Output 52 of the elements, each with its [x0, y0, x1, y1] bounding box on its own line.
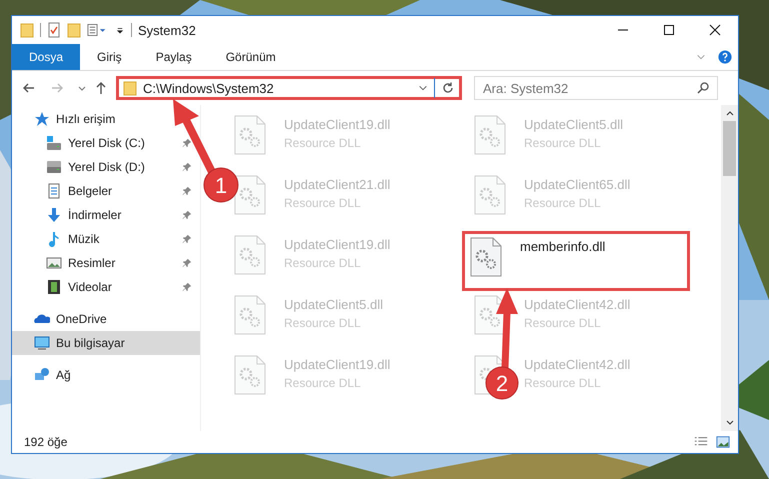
step-badge: 2 — [486, 366, 518, 400]
document-icon — [46, 183, 62, 199]
nav-item[interactable]: Hızlı erişim — [12, 107, 200, 131]
pin-icon[interactable] — [182, 138, 192, 148]
file-name[interactable]: memberinfo.dll — [520, 239, 606, 254]
up-icon[interactable] — [94, 81, 108, 95]
pin-icon[interactable] — [182, 210, 192, 220]
pin-icon[interactable] — [182, 186, 192, 196]
drive-icon — [46, 135, 62, 151]
properties-icon[interactable] — [47, 22, 61, 38]
nav-item[interactable]: Yerel Disk (D:) — [12, 155, 200, 179]
pin-icon[interactable] — [182, 282, 192, 292]
nav-item[interactable]: OneDrive — [12, 307, 200, 331]
new-folder-icon[interactable] — [67, 22, 81, 38]
scroll-thumb[interactable] — [723, 121, 736, 176]
back-icon[interactable] — [22, 81, 36, 95]
folder-icon — [123, 80, 137, 96]
pin-icon[interactable] — [182, 258, 192, 268]
pin-icon[interactable] — [182, 234, 192, 244]
step-badge: 1 — [204, 168, 238, 202]
nav-item[interactable]: İndirmeler — [12, 203, 200, 227]
pin-icon[interactable] — [182, 162, 192, 172]
star-icon — [34, 111, 50, 127]
nav-item[interactable]: Müzik — [12, 227, 200, 251]
address-bar[interactable]: C:\Windows\System32 — [116, 76, 462, 100]
nav-item[interactable]: Yerel Disk (C:) — [12, 131, 200, 155]
thumbnail-view-icon[interactable] — [716, 434, 730, 450]
address-path: C:\Windows\System32 — [143, 80, 275, 96]
download-icon — [46, 207, 62, 223]
scroll-up-icon[interactable] — [724, 109, 734, 117]
search-field[interactable]: Ara: System32 — [474, 76, 718, 100]
network-icon — [34, 367, 50, 383]
help-icon[interactable] — [718, 50, 732, 64]
nav-item[interactable]: Belgeler — [12, 179, 200, 203]
picture-icon — [46, 255, 62, 271]
film-icon — [46, 279, 62, 295]
nav-item[interactable]: Resimler — [12, 251, 200, 275]
gear-file-icon[interactable] — [470, 237, 502, 277]
search-icon — [696, 80, 710, 96]
ribbon-tab[interactable]: Dosya — [12, 44, 80, 70]
nav-item[interactable]: Ağ — [12, 363, 200, 387]
nav-item[interactable]: Videolar — [12, 275, 200, 299]
nav-item[interactable]: Bu bilgisayar — [12, 331, 200, 355]
monitor-icon — [34, 335, 50, 351]
music-icon — [46, 231, 62, 247]
scrollbar[interactable] — [721, 105, 738, 431]
forward-icon[interactable] — [50, 81, 64, 95]
drive-icon — [46, 159, 62, 175]
window-title: System32 — [138, 22, 196, 38]
scroll-down-icon[interactable] — [724, 419, 734, 427]
folder-icon — [20, 22, 34, 38]
item-count: 192 öğe — [24, 435, 68, 449]
